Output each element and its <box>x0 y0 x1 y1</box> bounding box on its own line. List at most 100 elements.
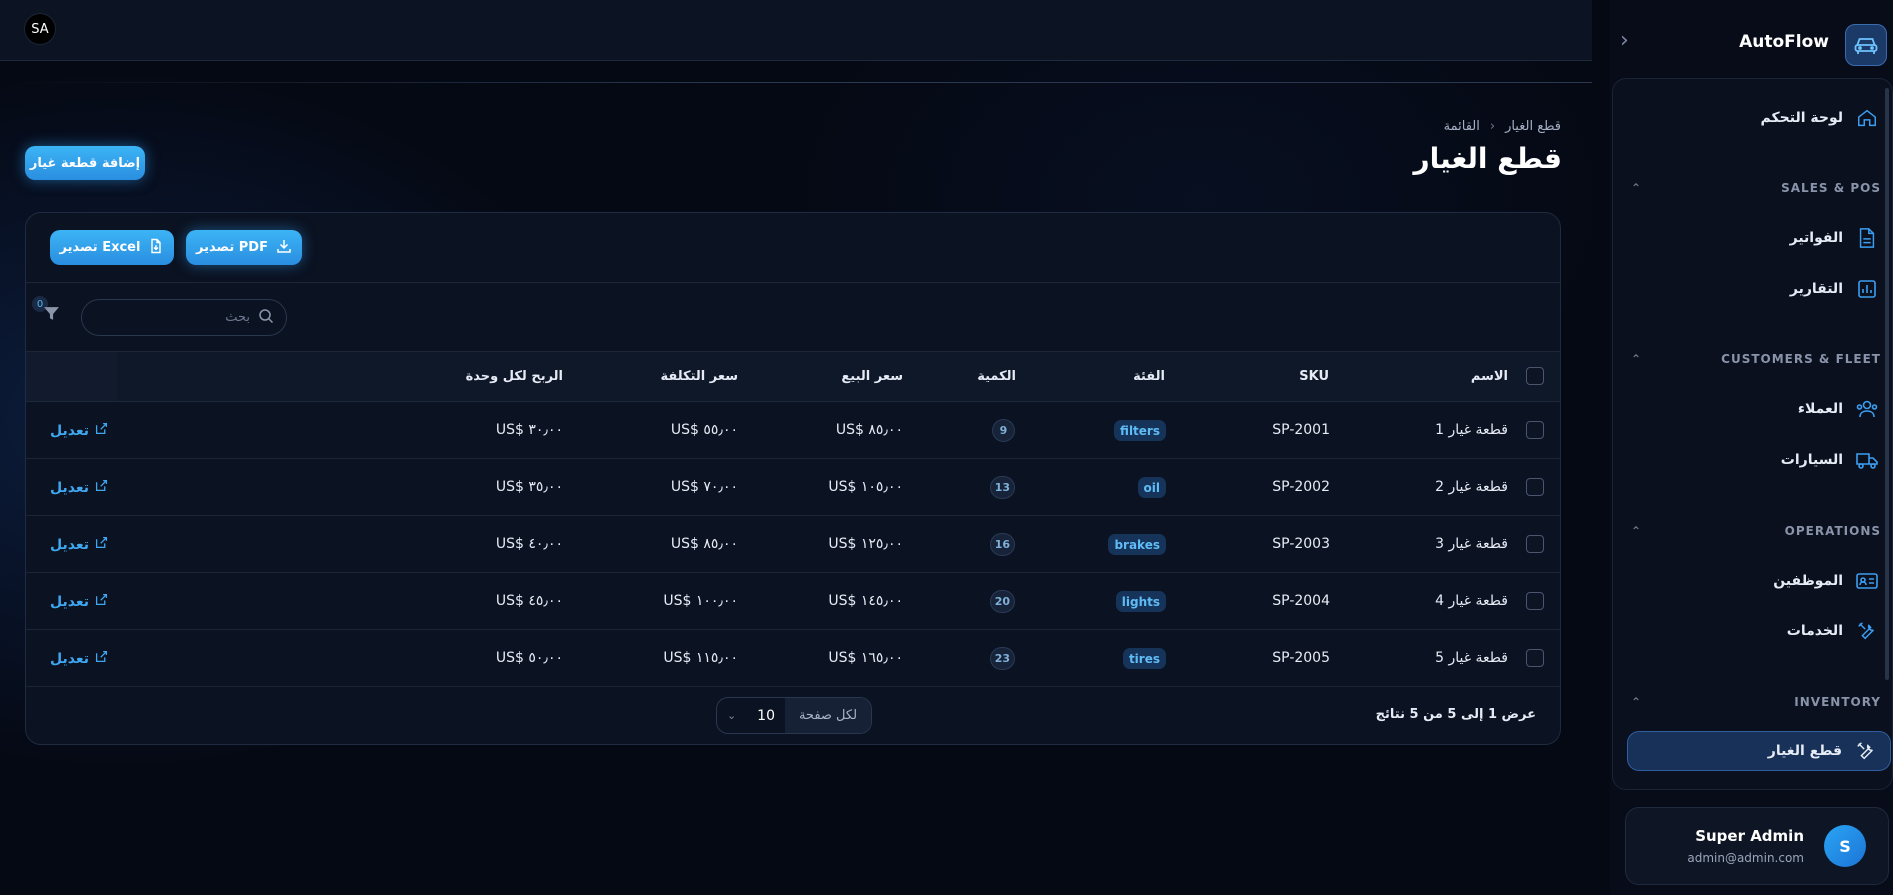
part-sku: SP-2003 <box>1272 536 1330 552</box>
sidebar-item-dashboard[interactable]: لوحة التحكم <box>1623 98 1883 138</box>
sidebar-item-reports[interactable]: التقارير <box>1623 269 1883 309</box>
per-page-select[interactable]: ⌄ 10 لكل صفحة <box>716 697 872 734</box>
table-row: قطعة غيار 3 SP-2003 brakes 16 US$ ١٢٥٫٠٠… <box>26 516 1560 573</box>
tools-icon <box>1854 739 1878 763</box>
sidebar: › AutoFlow لوحة التحكم ⌃ SALES & POS الف… <box>1610 0 1893 895</box>
section-header-inventory[interactable]: ⌃ INVENTORY <box>1631 692 1881 712</box>
car-logo-icon <box>1845 24 1887 66</box>
sidebar-scrollbar[interactable] <box>1885 88 1889 680</box>
sidebar-item-spare-parts[interactable]: قطع الغيار <box>1627 731 1891 771</box>
table-toolbar: تصدير Excel تصدير PDF <box>26 213 1560 283</box>
row-checkbox[interactable] <box>1526 592 1544 610</box>
sidebar-item-services[interactable]: الخدمات <box>1623 611 1883 651</box>
sidebar-item-label: الفواتير <box>1789 230 1843 246</box>
collapse-sidebar-icon[interactable]: › <box>1620 30 1629 52</box>
chevron-up-icon: ⌃ <box>1631 352 1643 366</box>
per-page-dropdown[interactable]: ⌄ 10 <box>717 698 785 733</box>
column-header-quantity[interactable]: الكمية <box>977 369 1016 384</box>
truck-icon <box>1855 448 1879 472</box>
cost-price: US$ ١١٥٫٠٠ <box>663 650 738 666</box>
search-field[interactable] <box>81 299 287 336</box>
chevron-up-icon: ⌃ <box>1631 181 1643 195</box>
sidebar-item-employees[interactable]: الموظفين <box>1623 561 1883 601</box>
chevron-up-icon: ⌃ <box>1631 524 1643 538</box>
edit-button[interactable]: تعديل <box>50 422 108 439</box>
section-header-customers[interactable]: ⌃ CUSTOMERS & FLEET <box>1631 349 1881 369</box>
row-checkbox[interactable] <box>1526 478 1544 496</box>
user-avatar-top[interactable]: SA <box>24 13 56 45</box>
part-sku: SP-2002 <box>1272 479 1330 495</box>
per-page-value: 10 <box>757 707 775 724</box>
cost-price: US$ ٧٠٫٠٠ <box>670 479 738 495</box>
edit-button[interactable]: تعديل <box>50 650 108 667</box>
column-header-profit[interactable]: الربح لكل وحدة <box>466 369 563 384</box>
section-title: CUSTOMERS & FLEET <box>1721 352 1881 366</box>
edit-button[interactable]: تعديل <box>50 479 108 496</box>
table-row: قطعة غيار 5 SP-2005 tires 23 US$ ١٦٥٫٠٠ … <box>26 630 1560 687</box>
breadcrumb-item: القائمة <box>1443 119 1480 134</box>
chart-icon <box>1855 277 1879 301</box>
table-footer: عرض 1 إلى 5 من 5 نتائج ⌄ 10 لكل صفحة <box>26 687 1560 744</box>
column-header-category[interactable]: الفئة <box>1133 369 1165 384</box>
edit-button[interactable]: تعديل <box>50 536 108 553</box>
profit-per-unit: US$ ٣٠٫٠٠ <box>495 422 563 438</box>
quantity-badge: 20 <box>989 590 1015 613</box>
table-row: قطعة غيار 2 SP-2002 oil 13 US$ ١٠٥٫٠٠ US… <box>26 459 1560 516</box>
export-pdf-button[interactable]: تصدير PDF <box>186 230 302 265</box>
section-header-sales[interactable]: ⌃ SALES & POS <box>1631 178 1881 198</box>
page-title: قطع الغيار <box>1413 142 1562 175</box>
category-badge: filters <box>1114 420 1166 441</box>
section-title: OPERATIONS <box>1784 524 1881 538</box>
search-input[interactable] <box>110 310 250 325</box>
sidebar-item-label: قطع الغيار <box>1767 743 1842 759</box>
cost-price: US$ ٨٥٫٠٠ <box>670 536 738 552</box>
user-card[interactable]: Super Admin admin@admin.com S <box>1625 807 1889 885</box>
divider <box>0 82 1592 83</box>
sidebar-item-label: الموظفين <box>1773 573 1843 589</box>
profit-per-unit: US$ ٤٥٫٠٠ <box>495 593 563 609</box>
row-checkbox[interactable] <box>1526 535 1544 553</box>
actions-column-header <box>26 352 117 401</box>
sidebar-header: › AutoFlow <box>1610 0 1893 78</box>
part-name: قطعة غيار 4 <box>1435 593 1508 609</box>
column-header-sku[interactable]: SKU <box>1299 369 1329 384</box>
select-all-checkbox[interactable] <box>1526 367 1544 385</box>
per-page-label: لكل صفحة <box>785 698 871 733</box>
edit-icon <box>95 479 108 496</box>
home-icon <box>1855 106 1879 130</box>
results-count: عرض 1 إلى 5 من 5 نتائج <box>1375 707 1536 722</box>
breadcrumb: قطع الغيار ‹ القائمة <box>1444 119 1561 134</box>
export-excel-button[interactable]: تصدير Excel <box>50 230 174 265</box>
row-checkbox[interactable] <box>1526 421 1544 439</box>
filter-row: 0 <box>26 283 1560 352</box>
quantity-badge: 23 <box>989 647 1015 670</box>
column-header-sale-price[interactable]: سعر البيع <box>841 369 903 384</box>
section-header-operations[interactable]: ⌃ OPERATIONS <box>1631 521 1881 541</box>
edit-label: تعديل <box>50 593 89 610</box>
category-badge: tires <box>1122 648 1166 669</box>
category-badge: oil <box>1137 477 1166 498</box>
download-icon <box>276 238 292 258</box>
part-name: قطعة غيار 2 <box>1435 479 1508 495</box>
sidebar-item-vehicles[interactable]: السيارات <box>1623 440 1883 480</box>
edit-label: تعديل <box>50 650 89 667</box>
sidebar-item-invoices[interactable]: الفواتير <box>1623 218 1883 258</box>
table-row: قطعة غيار 4 SP-2004 lights 20 US$ ١٤٥٫٠٠… <box>26 573 1560 630</box>
column-header-cost-price[interactable]: سعر التكلفة <box>661 369 739 384</box>
sale-price: US$ ١٤٥٫٠٠ <box>828 593 903 609</box>
breadcrumb-item[interactable]: قطع الغيار <box>1505 119 1561 134</box>
sidebar-item-customers[interactable]: العملاء <box>1623 389 1883 429</box>
column-header-name[interactable]: الاسم <box>1471 369 1508 384</box>
parts-table-card: تصدير Excel تصدير PDF 0 الاسم SKU ال <box>25 212 1561 745</box>
category-badge: lights <box>1115 591 1166 612</box>
filter-icon[interactable] <box>43 305 60 326</box>
profit-per-unit: US$ ٥٠٫٠٠ <box>495 650 563 666</box>
add-part-button[interactable]: إضافة قطعة غيار <box>25 146 145 180</box>
category-badge: brakes <box>1108 534 1166 555</box>
section-title: SALES & POS <box>1781 181 1881 195</box>
edit-button[interactable]: تعديل <box>50 593 108 610</box>
row-checkbox[interactable] <box>1526 649 1544 667</box>
edit-label: تعديل <box>50 422 89 439</box>
sidebar-item-label: لوحة التحكم <box>1760 110 1843 126</box>
users-icon <box>1855 397 1879 421</box>
